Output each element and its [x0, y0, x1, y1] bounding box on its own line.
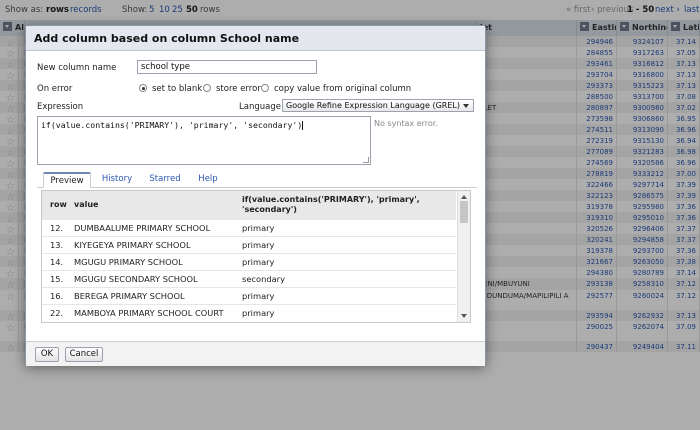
- dialog-title: Add column based on column School name: [26, 26, 485, 51]
- preview-row-value: MAMBOYA PRIMARY SCHOOL COURT: [74, 308, 224, 318]
- preview-row-number: 15.: [50, 274, 64, 284]
- new-column-name-input[interactable]: school type: [137, 60, 317, 74]
- scroll-up-icon[interactable]: [461, 195, 467, 199]
- cancel-button[interactable]: Cancel: [65, 347, 103, 362]
- preview-row-number: 22.: [50, 308, 64, 318]
- language-label: Language: [239, 102, 281, 112]
- tab-preview[interactable]: Preview: [43, 172, 91, 188]
- resize-handle[interactable]: [363, 157, 369, 163]
- dialog-footer: OK Cancel: [26, 341, 485, 366]
- text-caret: [302, 121, 304, 130]
- preview-scrollbar[interactable]: [457, 191, 470, 322]
- preview-row: 15. MGUGU SECONDARY SCHOOL secondary: [42, 270, 456, 287]
- preview-row: 22. MAMBOYA PRIMARY SCHOOL COURT primary: [42, 304, 456, 321]
- ok-button[interactable]: OK: [35, 347, 59, 362]
- on-error-set-blank-radio[interactable]: [139, 84, 147, 92]
- preview-row: 14. MGUGU PRIMARY SCHOOL primary: [42, 253, 456, 270]
- preview-table: row value if(value.contains('PRIMARY'), …: [41, 190, 471, 323]
- preview-row-value: DUMBAALUME PRIMARY SCHOOL: [74, 223, 211, 233]
- preview-row-result: primary: [242, 291, 275, 301]
- preview-row-result: secondary: [242, 274, 285, 284]
- syntax-status: No syntax error.: [374, 119, 438, 128]
- preview-header-value: value: [74, 200, 99, 209]
- preview-header-row-number: row: [50, 200, 67, 209]
- on-error-store-error-radio[interactable]: [203, 84, 211, 92]
- on-error-copy-value-label[interactable]: copy value from original column: [274, 84, 411, 94]
- new-column-label: New column name: [37, 63, 117, 73]
- add-column-dialog: Add column based on column School name N…: [25, 25, 486, 366]
- preview-row-result: primary: [242, 308, 275, 318]
- on-error-copy-value-radio[interactable]: [261, 84, 269, 92]
- preview-row-result: primary: [242, 223, 275, 233]
- preview-header-row: row value if(value.contains('PRIMARY'), …: [42, 191, 456, 219]
- preview-row: 16. BEREGA PRIMARY SCHOOL primary: [42, 287, 456, 304]
- preview-row-value: MGUGU SECONDARY SCHOOL: [74, 274, 198, 284]
- preview-row-value: KIYEGEYA PRIMARY SCHOOL: [74, 240, 191, 250]
- tab-starred[interactable]: Starred: [143, 172, 187, 188]
- preview-row-number: 13.: [50, 240, 64, 250]
- expression-textarea[interactable]: if(value.contains('PRIMARY'), 'primary',…: [37, 116, 371, 165]
- preview-row-value: MGUGU PRIMARY SCHOOL: [74, 257, 183, 267]
- preview-row-value: BEREGA PRIMARY SCHOOL: [74, 291, 185, 301]
- scroll-thumb[interactable]: [460, 201, 468, 223]
- preview-row-result: primary: [242, 257, 275, 267]
- tab-help[interactable]: Help: [189, 172, 227, 188]
- language-select[interactable]: Google Refine Expression Language (GREL): [282, 99, 474, 112]
- preview-row: 13. KIYEGEYA PRIMARY SCHOOL primary: [42, 236, 456, 253]
- on-error-store-error-label[interactable]: store error: [216, 84, 261, 94]
- preview-row-number: 12.: [50, 223, 64, 233]
- preview-row-number: 14.: [50, 257, 64, 267]
- preview-row-result: primary: [242, 240, 275, 250]
- expression-tabs: Preview History Starred Help: [37, 172, 477, 188]
- preview-row-number: 16.: [50, 291, 64, 301]
- chevron-down-icon: [463, 104, 469, 108]
- preview-header-result: if(value.contains('PRIMARY'), 'primary',…: [242, 195, 420, 214]
- scroll-down-icon[interactable]: [461, 314, 467, 318]
- expression-label: Expression: [37, 102, 84, 112]
- on-error-set-blank-label[interactable]: set to blank: [152, 84, 202, 94]
- on-error-label: On error: [37, 84, 73, 94]
- preview-row: 12. DUMBAALUME PRIMARY SCHOOL primary: [42, 219, 456, 236]
- tab-history[interactable]: History: [95, 172, 139, 188]
